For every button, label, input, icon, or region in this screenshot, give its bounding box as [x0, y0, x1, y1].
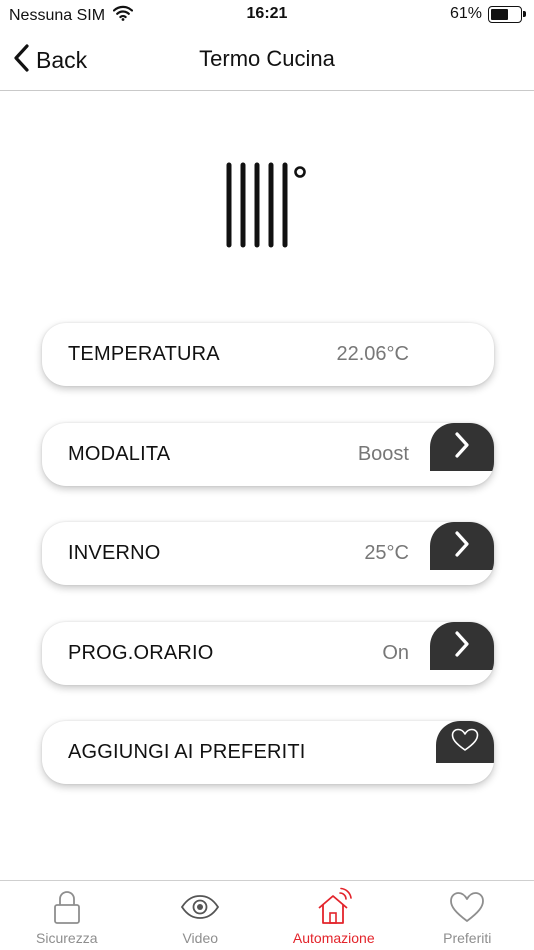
tab-bar: Sicurezza Video Automazione Preferiti: [0, 880, 534, 950]
tab-video[interactable]: Video: [134, 881, 268, 950]
winter-label: INVERNO: [68, 542, 161, 564]
home-wifi-icon: [314, 887, 354, 927]
temperature-value: 22.06°C: [336, 343, 410, 365]
chevron-right-icon: [453, 530, 471, 563]
page-title: Termo Cucina: [199, 46, 335, 71]
tab-sicurezza[interactable]: Sicurezza: [0, 881, 134, 950]
add-favorite-button[interactable]: [436, 721, 494, 763]
schedule-chevron-button[interactable]: [430, 622, 494, 670]
battery-fill: [491, 8, 509, 20]
tab-preferiti[interactable]: Preferiti: [401, 881, 534, 950]
temperature-label: TEMPERATURA: [68, 343, 220, 365]
chevron-right-icon: [453, 431, 471, 464]
schedule-value: On: [382, 642, 409, 664]
navigation-bar: Back Termo Cucina: [0, 30, 534, 91]
radiator-icon: [222, 160, 312, 252]
mode-label: MODALITA: [68, 443, 171, 465]
mode-value: Boost: [357, 443, 409, 465]
schedule-label: PROG.ORARIO: [68, 642, 214, 664]
tab-label-video: Video: [182, 930, 219, 946]
status-right: 61%: [449, 5, 526, 23]
winter-value: 25°C: [364, 542, 409, 564]
winter-chevron-button[interactable]: [430, 522, 494, 570]
tab-label-automazione: Automazione: [292, 930, 375, 946]
tab-automazione[interactable]: Automazione: [267, 881, 401, 950]
schedule-row[interactable]: PROG.ORARIO On: [42, 622, 494, 685]
lock-icon: [53, 887, 81, 927]
heart-icon: [449, 887, 485, 927]
status-bar: Nessuna SIM 16:21 61%: [0, 0, 534, 30]
heart-icon: [451, 728, 479, 757]
mode-row[interactable]: MODALITA Boost: [42, 423, 494, 486]
winter-row[interactable]: INVERNO 25°C: [42, 522, 494, 585]
battery-percent: 61%: [449, 5, 482, 22]
eye-icon: [180, 887, 220, 927]
tab-label-sicurezza: Sicurezza: [36, 930, 98, 946]
add-favorites-label: AGGIUNGI AI PREFERITI: [68, 741, 306, 763]
battery-icon: [488, 5, 526, 23]
chevron-right-icon: [453, 630, 471, 663]
favorites-row[interactable]: AGGIUNGI AI PREFERITI: [42, 721, 494, 784]
temperature-row: TEMPERATURA 22.06°C: [42, 323, 494, 386]
mode-chevron-button[interactable]: [430, 423, 494, 471]
tab-label-preferiti: Preferiti: [443, 930, 492, 946]
